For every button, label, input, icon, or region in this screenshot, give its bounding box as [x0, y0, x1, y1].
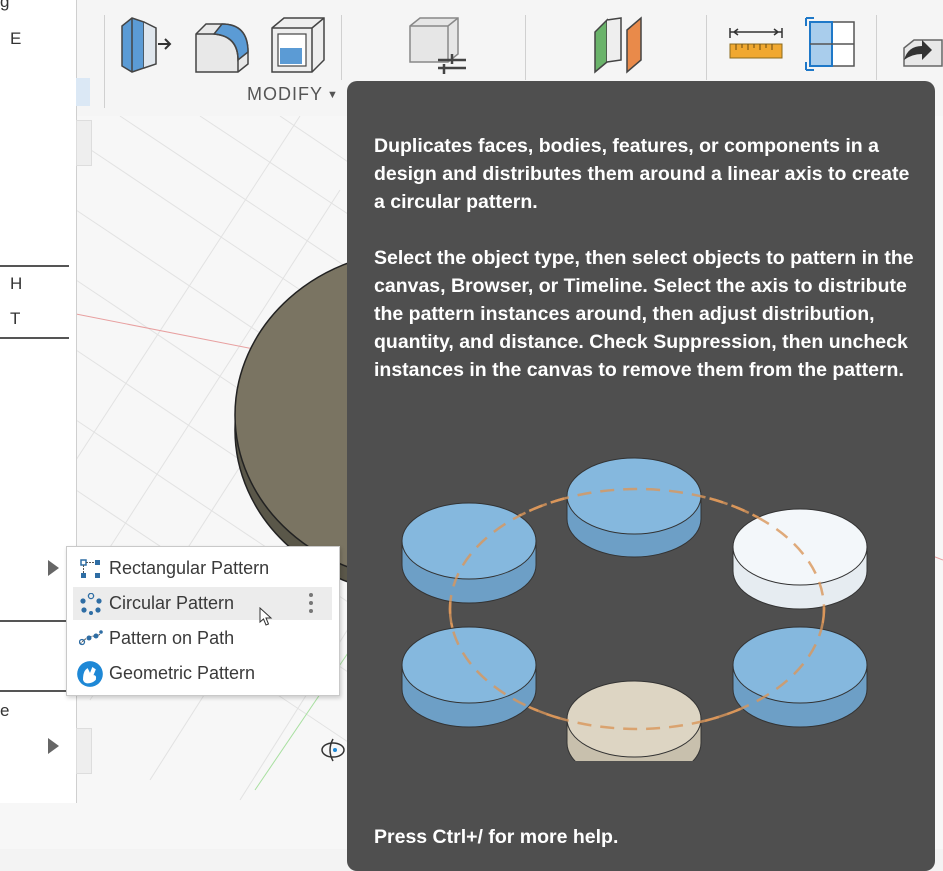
press-pull-icon[interactable]	[118, 14, 178, 74]
circular-pattern-illustration	[401, 457, 868, 761]
fillet-icon[interactable]	[192, 14, 252, 74]
divider	[0, 337, 69, 339]
geometric-pattern-icon	[77, 661, 103, 687]
chevron-down-icon: ▼	[327, 89, 339, 102]
tooltip-instructions: Select the object type, then select obje…	[374, 247, 914, 381]
circular-pattern-icon	[80, 593, 102, 615]
measure-icon[interactable]	[728, 26, 784, 62]
chevron-right-icon[interactable]	[48, 738, 59, 754]
browser-item-g[interactable]: g	[0, 0, 9, 12]
divider	[0, 265, 69, 267]
panel-tab[interactable]	[76, 120, 92, 166]
menu-item-label: Circular Pattern	[109, 593, 235, 613]
modify-label-text: MODIFY	[247, 84, 323, 104]
disk-top	[566, 457, 702, 558]
menu-item-rectangular-pattern[interactable]: Rectangular Pattern	[73, 552, 332, 585]
chevron-right-icon[interactable]	[48, 560, 59, 576]
panel-tab[interactable]	[76, 728, 92, 774]
menu-item-label: Rectangular Pattern	[109, 558, 270, 578]
browser-item-e2[interactable]: e	[0, 701, 9, 721]
insert-icon[interactable]	[898, 30, 943, 70]
tooltip-circular-pattern: Duplicates faces, bodies, features, or c…	[347, 81, 935, 871]
split-body-icon[interactable]	[589, 14, 649, 74]
browser-item-h[interactable]: H	[10, 274, 22, 294]
disk-right-top	[732, 508, 868, 610]
pattern-submenu: Rectangular Pattern Circular Pattern Pat…	[66, 546, 340, 696]
menu-item-label: Geometric Pattern	[109, 663, 256, 683]
tooltip-description: Duplicates faces, bodies, features, or c…	[374, 135, 910, 213]
menu-item-circular-pattern[interactable]: Circular Pattern	[73, 587, 332, 620]
rectangular-pattern-icon	[80, 559, 100, 578]
menu-item-geometric-pattern[interactable]: Geometric Pattern	[73, 657, 332, 690]
disk-bottom-source	[566, 680, 702, 761]
browser-item-t[interactable]: T	[10, 309, 20, 329]
browser-item-e[interactable]: E	[10, 29, 21, 49]
menu-item-label: Pattern on Path	[109, 628, 235, 648]
modify-menu-label[interactable]: MODIFY ▼	[247, 84, 339, 105]
shell-icon[interactable]	[266, 14, 326, 74]
disk-left-bottom	[401, 626, 537, 728]
pattern-on-path-icon	[79, 630, 103, 646]
disk-right-bottom	[732, 626, 868, 728]
mouse-cursor-icon	[259, 607, 273, 626]
section-analysis-icon[interactable]	[804, 16, 860, 72]
more-options-icon[interactable]	[309, 591, 315, 615]
orbit-icon[interactable]	[318, 735, 348, 765]
tooltip-help-hint: Press Ctrl+/ for more help.	[374, 826, 619, 848]
menu-item-pattern-on-path[interactable]: Pattern on Path	[73, 622, 332, 655]
panel-selection-highlight	[76, 78, 90, 106]
divider	[0, 690, 69, 692]
box-parameters-icon[interactable]	[404, 14, 468, 76]
divider	[0, 620, 69, 622]
